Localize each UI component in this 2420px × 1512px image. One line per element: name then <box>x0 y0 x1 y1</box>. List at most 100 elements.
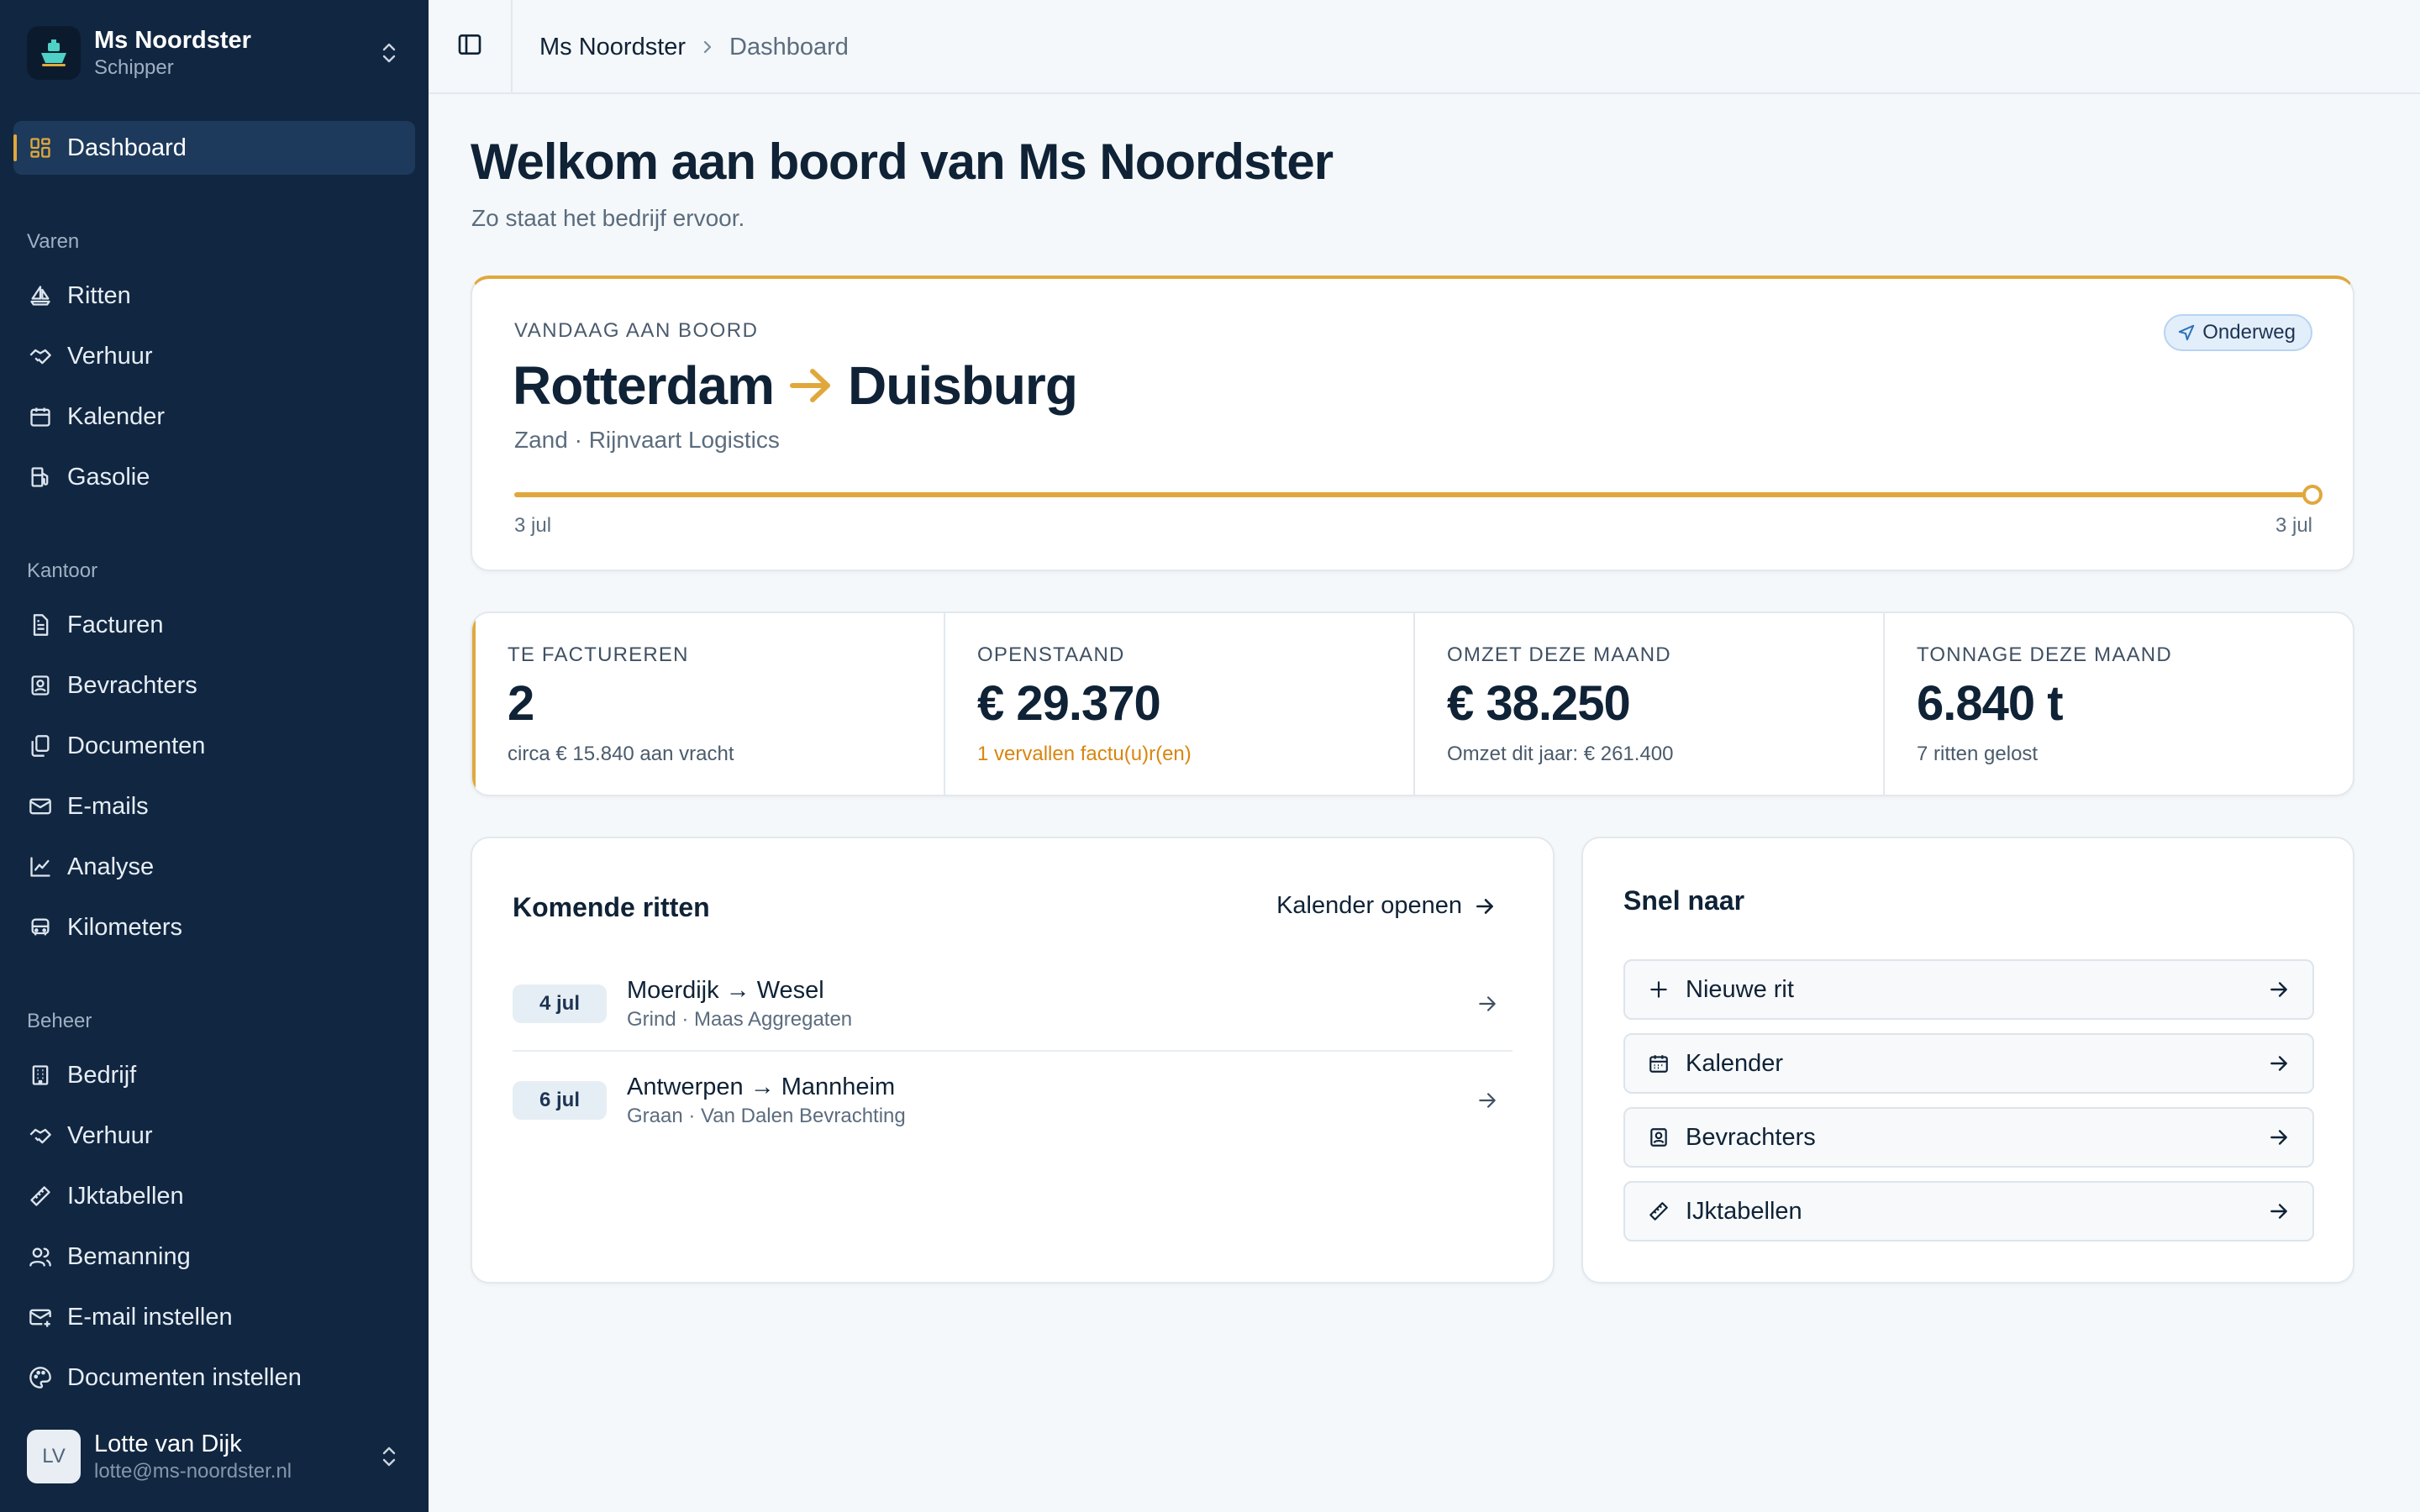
documents-icon <box>27 732 54 759</box>
ship-switcher[interactable]: Ms Noordster Schipper <box>27 25 402 81</box>
stats-card: TE FACTUREREN 2 circa € 15.840 aan vrach… <box>471 612 2354 796</box>
sidebar-item-label: Analyse <box>67 853 155 880</box>
sidebar-item-gasolie[interactable]: Gasolie <box>13 452 415 502</box>
sidebar-item-dashboard[interactable]: Dashboard <box>13 121 415 175</box>
sidebar-item-kilometers[interactable]: Kilometers <box>13 902 415 953</box>
ride-row[interactable]: 6 jul Antwerpen → Mannheim Graan · Van D… <box>513 1053 1512 1147</box>
quick-link-label: Bevrachters <box>1686 1123 1816 1151</box>
arrow-right-icon <box>787 365 834 407</box>
sidebar-item-e-mail-instellen[interactable]: E-mail instellen <box>13 1292 415 1342</box>
sidebar-item-e-mails[interactable]: E-mails <box>13 781 415 832</box>
arrow-right-icon <box>2265 1126 2292 1148</box>
sidebar-item-label: Kilometers <box>67 913 182 941</box>
sidebar-item-analyse[interactable]: Analyse <box>13 842 415 892</box>
today-trip-card: VANDAAG AAN BOORD Onderweg Rotterdam Dui… <box>471 276 2354 571</box>
stat-te-factureren[interactable]: TE FACTUREREN 2 circa € 15.840 aan vrach… <box>472 613 945 795</box>
handshake-icon <box>27 1122 54 1149</box>
sidebar-toggle-button[interactable] <box>429 0 513 92</box>
sidebar-item-verhuur[interactable]: Verhuur <box>13 331 415 381</box>
open-calendar-link[interactable]: Kalender openen <box>1276 892 1496 920</box>
sidebar-item-label: Verhuur <box>67 1121 153 1149</box>
trip-eyebrow: VANDAAG AAN BOORD <box>514 319 759 342</box>
sidebar-item-bedrijf[interactable]: Bedrijf <box>13 1050 415 1100</box>
users-icon <box>27 1243 54 1270</box>
arrow-right-icon <box>2265 1200 2292 1222</box>
sidebar-item-label: Facturen <box>67 611 164 638</box>
sidebar: Ms Noordster Schipper Dashboard Varen Ri… <box>0 0 429 1512</box>
palette-icon <box>27 1364 54 1391</box>
sidebar-item-label: Documenten instellen <box>67 1363 302 1391</box>
chevron-right-icon <box>701 39 714 55</box>
sidebar-item-label: Documenten <box>67 732 206 759</box>
chart-icon <box>27 853 54 880</box>
section-label-kantoor: Kantoor <box>27 559 98 582</box>
mail-settings-icon <box>27 1304 54 1331</box>
page-title: Welkom aan boord van Ms Noordster <box>471 134 1334 190</box>
sidebar-item-label: E-mail instellen <box>67 1303 233 1331</box>
handshake-icon <box>27 343 54 370</box>
trip-route: Rotterdam Duisburg <box>513 354 1078 417</box>
panel-left-icon <box>456 31 483 62</box>
sidebar-item-ijktabellen[interactable]: IJktabellen <box>13 1171 415 1221</box>
upcoming-rides-card: Komende ritten Kalender openen 4 jul Moe… <box>471 837 1555 1284</box>
stat-note: Omzet dit jaar: € 261.400 <box>1447 743 1674 765</box>
sidebar-item-documenten-instellen[interactable]: Documenten instellen <box>13 1352 415 1403</box>
sidebar-item-label: IJktabellen <box>67 1182 184 1210</box>
trip-from: Rotterdam <box>513 355 775 416</box>
stat-omzet-deze-maand[interactable]: OMZET DEZE MAAND € 38.250 Omzet dit jaar… <box>1415 613 1885 795</box>
rides-title: Komende ritten <box>513 892 710 922</box>
chevrons-up-down-icon <box>376 1440 402 1473</box>
user-menu[interactable]: LV Lotte van Dijk lotte@ms-noordster.nl <box>27 1428 402 1485</box>
quick-title: Snel naar <box>1623 885 1745 916</box>
stat-label: OMZET DEZE MAAND <box>1447 643 1671 666</box>
quick-link-label: Nieuwe rit <box>1686 975 1794 1003</box>
stat-label: TE FACTUREREN <box>508 643 689 666</box>
ruler-icon <box>1645 1198 1672 1225</box>
trip-date-end: 3 jul <box>2275 514 2312 537</box>
arrow-right-icon <box>1462 993 1512 1015</box>
ride-date: 6 jul <box>513 1081 607 1120</box>
stat-note: circa € 15.840 aan vracht <box>508 743 734 765</box>
sidebar-item-ritten[interactable]: Ritten <box>13 270 415 321</box>
fuel-icon <box>27 464 54 491</box>
arrow-right-icon <box>1476 898 1493 914</box>
stat-openstaand[interactable]: OPENSTAAND € 29.370 1 vervallen factu(u)… <box>945 613 1415 795</box>
sidebar-item-kalender[interactable]: Kalender <box>13 391 415 442</box>
calendar-icon <box>1645 1050 1672 1077</box>
status-badge-label: Onderweg <box>2202 321 2296 344</box>
stat-note: 7 ritten gelost <box>1917 743 2039 765</box>
sidebar-item-label: Kalender <box>67 402 166 430</box>
sidebar-item-verhuur-beheer[interactable]: Verhuur <box>13 1110 415 1161</box>
quick-link-label: IJktabellen <box>1686 1197 1802 1225</box>
stat-note-warning: 1 vervallen factu(u)r(en) <box>977 743 1192 765</box>
topbar: Ms Noordster Dashboard <box>429 0 2420 94</box>
stat-tonnage-deze-maand[interactable]: TONNAGE DEZE MAAND 6.840 t 7 ritten gelo… <box>1885 613 2353 795</box>
ruler-icon <box>27 1183 54 1210</box>
avatar: LV <box>27 1430 81 1483</box>
arrow-right-icon <box>1462 1089 1512 1111</box>
ship-name: Ms Noordster <box>94 27 251 54</box>
quick-link-label: Kalender <box>1686 1049 1784 1077</box>
ride-route: Moerdijk → Wesel <box>627 977 824 1004</box>
contact-icon <box>27 672 54 699</box>
chevrons-up-down-icon <box>376 36 402 70</box>
sidebar-item-documenten[interactable]: Documenten <box>13 721 415 771</box>
stat-label: TONNAGE DEZE MAAND <box>1917 643 2172 666</box>
section-label-varen: Varen <box>27 230 80 253</box>
sidebar-item-bevrachters[interactable]: Bevrachters <box>13 660 415 711</box>
quick-link-kalender[interactable]: Kalender <box>1623 1033 2314 1094</box>
arrow-right-icon <box>2265 1053 2292 1074</box>
sidebar-item-bemanning[interactable]: Bemanning <box>13 1231 415 1282</box>
user-email: lotte@ms-noordster.nl <box>94 1460 292 1483</box>
trip-date-start: 3 jul <box>514 514 552 537</box>
status-badge: Onderweg <box>2164 314 2312 351</box>
invoice-icon <box>27 612 54 638</box>
sailboat-icon <box>27 282 54 309</box>
ride-row[interactable]: 4 jul Moerdijk → Wesel Grind · Maas Aggr… <box>513 958 1512 1052</box>
sidebar-item-facturen[interactable]: Facturen <box>13 600 415 650</box>
quick-link-nieuwe-rit[interactable]: Nieuwe rit <box>1623 959 2314 1020</box>
trip-cargo: Zand · Rijnvaart Logistics <box>514 427 780 453</box>
breadcrumb-ship[interactable]: Ms Noordster <box>539 34 686 61</box>
quick-link-bevrachters[interactable]: Bevrachters <box>1623 1107 2314 1168</box>
quick-link-ijktabellen[interactable]: IJktabellen <box>1623 1181 2314 1242</box>
